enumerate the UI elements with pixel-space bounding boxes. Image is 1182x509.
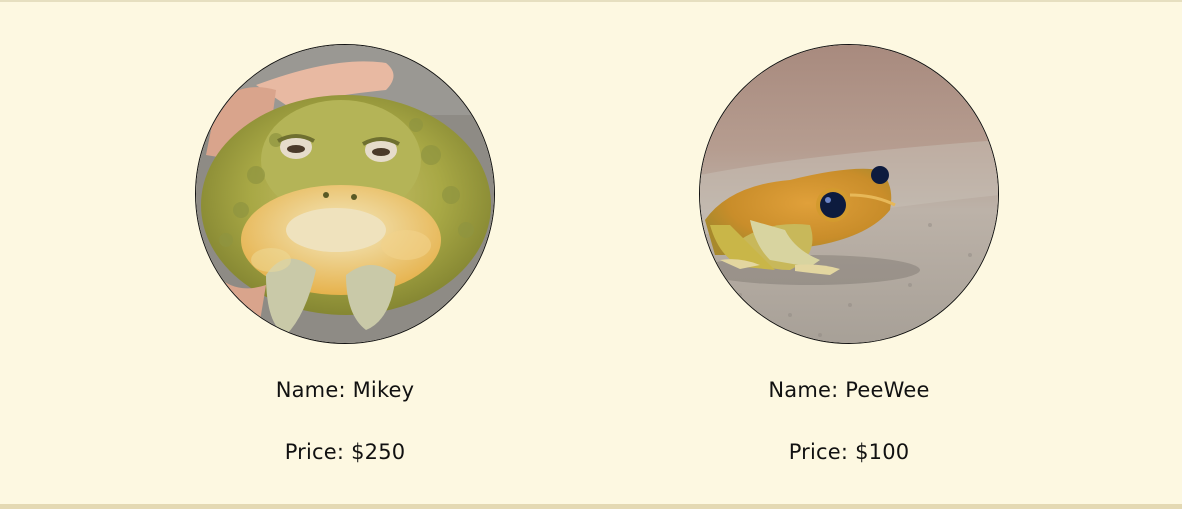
product-price: Price: $250 [284, 440, 406, 464]
bottom-border [0, 504, 1182, 509]
product-card-mikey: Name: Mikey Price: $250 [145, 44, 545, 465]
product-name: Name: Mikey [275, 378, 415, 402]
frog-photo [699, 44, 999, 344]
product-price: Price: $100 [788, 440, 910, 464]
product-card-peewee: Name: PeeWee Price: $100 [649, 44, 1049, 465]
product-name: Name: PeeWee [768, 378, 930, 402]
top-border [0, 0, 1182, 2]
toad-photo [195, 44, 495, 344]
